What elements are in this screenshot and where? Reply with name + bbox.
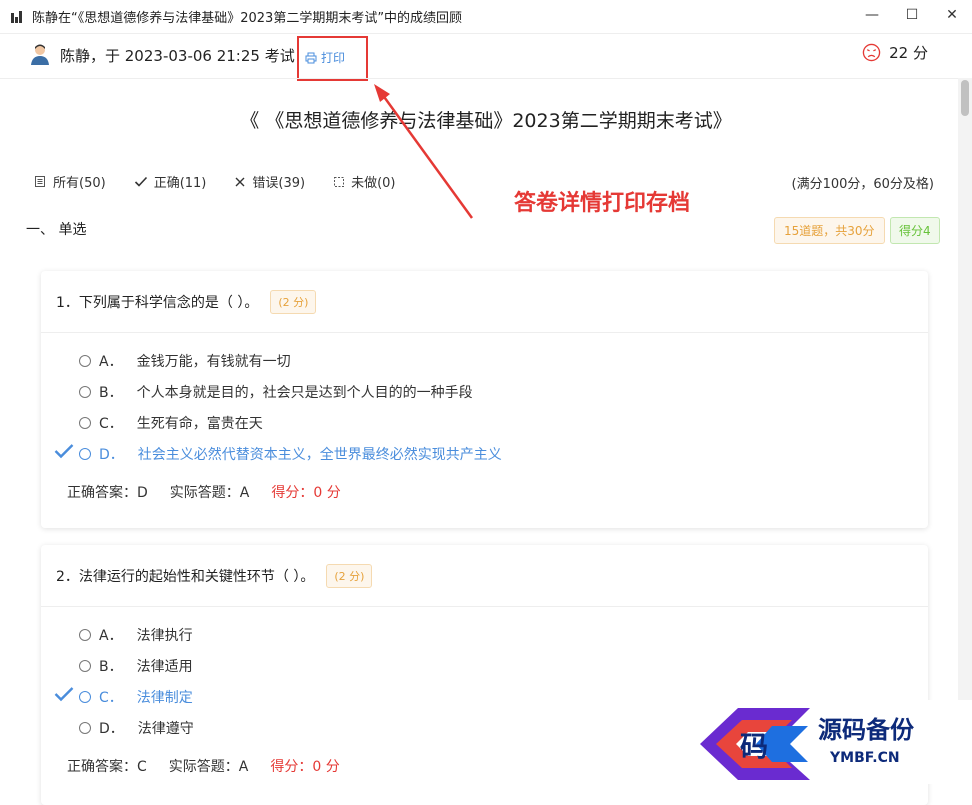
filter-all-label: 所有(50) [53, 176, 106, 191]
option-text: 法律遵守 [137, 721, 194, 737]
question-score: 得分：0 分 [271, 485, 341, 501]
radio-icon [79, 691, 91, 703]
filter-all[interactable]: 所有(50) [34, 172, 106, 191]
option-letter: B． [99, 659, 123, 675]
user-exam-info: 陈静，于 2023-03-06 21:25 考试 [60, 47, 295, 65]
question-title: 2．法律运行的起始性和关键性环节（ ）。 [56, 568, 315, 585]
check-icon [134, 176, 147, 187]
watermark-graphic: 码 源码备份 YMBF.CN [690, 700, 972, 784]
answer-summary: 正确答案：D 实际答题：A 得分：0 分 [67, 482, 363, 502]
option-letter: D． [99, 721, 124, 737]
maximize-button[interactable]: ☐ [892, 0, 932, 30]
sad-face-icon [862, 43, 881, 62]
printer-icon [305, 52, 317, 63]
actual-answer: 实际答题：A [169, 485, 250, 501]
option-text: 个人本身就是目的，社会只是达到个人目的的一种手段 [136, 385, 473, 401]
question-card: 1．下列属于科学信念的是（ ）。 (2 分) A． 金钱万能，有钱就有一切 B．… [41, 271, 928, 528]
total-score: 22 分 [862, 42, 928, 63]
question-header: 2．法律运行的起始性和关键性环节（ ）。 (2 分) [41, 545, 928, 607]
option-text: 生死有命，富贵在天 [136, 416, 263, 432]
filter-wrong-label: 错误(39) [252, 176, 306, 191]
option-letter: B． [99, 385, 123, 401]
correct-answer: 正确答案：D [67, 485, 148, 501]
option-c: C． 生死有命，富贵在天 [79, 413, 263, 433]
avatar [31, 44, 49, 65]
full-score-note: (满分100分，60分及格) [791, 177, 935, 192]
option-c-correct: C． 法律制定 [54, 687, 193, 707]
dashed-square-icon [334, 176, 345, 187]
question-points: (2 分) [270, 289, 317, 314]
radio-icon [79, 355, 91, 367]
chart-icon [10, 10, 24, 24]
option-b: B． 法律适用 [79, 656, 193, 676]
option-letter: C． [99, 690, 123, 706]
watermark-name: 源码备份 [818, 716, 915, 744]
annotation-arrow [374, 84, 474, 219]
actual-answer: 实际答题：A [168, 759, 249, 775]
result-header: 陈静，于 2023-03-06 21:25 考试 打印 22 分 [0, 34, 958, 81]
vertical-scrollbar[interactable] [958, 78, 972, 784]
total-score-value: 22 分 [889, 44, 928, 62]
section-score-badge: 得分4 [890, 217, 940, 244]
option-a: A． 金钱万能，有钱就有一切 [79, 351, 291, 371]
option-d: D． 法律遵守 [79, 718, 194, 738]
print-button[interactable]: 打印 [305, 49, 345, 66]
option-letter: A． [99, 354, 123, 370]
question-filters: 所有(50) 正确(11) 错误(39) 未做(0) [34, 172, 395, 191]
question-score: 得分：0 分 [270, 759, 340, 775]
minimize-button[interactable]: — [852, 0, 892, 30]
radio-icon [79, 722, 91, 734]
option-text: 法律适用 [136, 659, 193, 675]
window-titlebar: 陈静在“《思想道德修养与法律基础》2023第二学期期末考试”中的成绩回顾 — ☐… [0, 0, 972, 34]
print-label: 打印 [321, 51, 346, 65]
option-text: 法律制定 [136, 690, 193, 706]
filter-correct[interactable]: 正确(11) [134, 172, 207, 191]
correct-check-icon [54, 444, 74, 459]
section-title: 一、 单选 [26, 222, 87, 238]
close-button[interactable]: ✕ [932, 0, 972, 30]
radio-icon [79, 448, 91, 460]
radio-icon [79, 417, 91, 429]
option-b: B． 个人本身就是目的，社会只是达到个人目的的一种手段 [79, 382, 473, 402]
radio-icon [79, 660, 91, 672]
option-text: 金钱万能，有钱就有一切 [136, 354, 291, 370]
question-title: 1．下列属于科学信念的是（ ）。 [56, 294, 259, 311]
window-title: 陈静在“《思想道德修养与法律基础》2023第二学期期末考试”中的成绩回顾 [32, 11, 463, 26]
document-icon [35, 176, 45, 187]
option-text: 社会主义必然代替资本主义，全世界最终必然实现共产主义 [137, 447, 502, 463]
filter-wrong[interactable]: 错误(39) [234, 172, 305, 191]
section-count-badge: 15道题，共30分 [774, 217, 885, 244]
cross-icon [235, 177, 245, 186]
watermark-logo: 码 源码备份 YMBF.CN [690, 700, 972, 784]
answer-summary: 正确答案：C 实际答题：A 得分：0 分 [67, 756, 362, 776]
watermark-site: YMBF.CN [829, 750, 900, 766]
option-text: 法律执行 [136, 628, 193, 644]
option-letter: C． [99, 416, 123, 432]
annotation-text: 答卷详情打印存档 [514, 191, 691, 216]
question-header: 1．下列属于科学信念的是（ ）。 (2 分) [41, 271, 928, 333]
question-points: (2 分) [326, 563, 373, 588]
radio-icon [79, 629, 91, 641]
filter-correct-label: 正确(11) [153, 176, 207, 191]
option-a: A． 法律执行 [79, 625, 193, 645]
correct-answer: 正确答案：C [67, 759, 147, 775]
option-letter: A． [99, 628, 123, 644]
radio-icon [79, 386, 91, 398]
option-d-correct: D． 社会主义必然代替资本主义，全世界最终必然实现共产主义 [54, 444, 502, 464]
watermark-brand-glyph: 码 [740, 730, 768, 763]
option-letter: D． [99, 447, 124, 463]
correct-check-icon [54, 687, 74, 702]
